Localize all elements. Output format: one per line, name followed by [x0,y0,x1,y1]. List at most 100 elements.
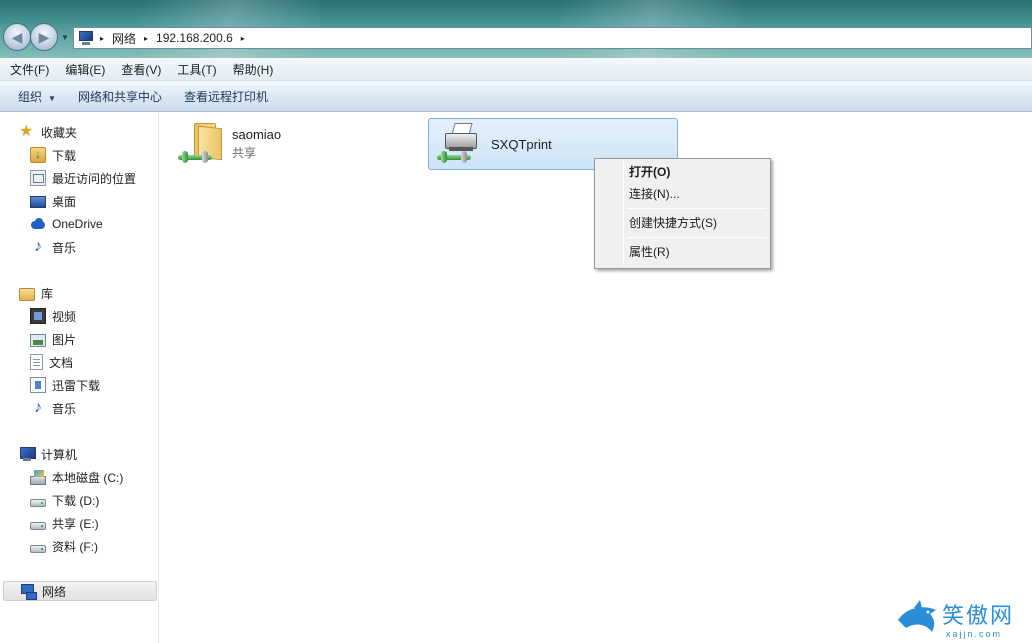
nav-network-label: 网络 [42,584,67,599]
nav-favorites[interactable]: ★ 收藏夹 [19,122,77,142]
nav-item-label: 最近访问的位置 [52,171,137,186]
organize-label: 组织 [18,89,43,104]
menu-edit[interactable]: 编辑(E) [59,59,111,80]
menu-file[interactable]: 文件(F) [4,59,55,80]
watermark-url: xajjn.com [946,629,1003,639]
music-note-icon: ♪ [34,399,42,416]
document-icon [30,354,43,370]
hard-drive-icon [30,521,46,530]
hard-drive-icon [30,544,46,553]
nav-item-label: 资料 (F:) [52,539,98,554]
nav-item-label: 本地磁盘 (C:) [52,470,124,485]
menu-separator [627,208,766,209]
nav-item-library-music[interactable]: ♪ 音乐 [30,398,76,418]
item-name: saomiao [232,127,282,142]
back-button[interactable]: ◀ [3,23,31,51]
nav-item-music[interactable]: ♪ 音乐 [30,237,76,257]
breadcrumb-separator-icon[interactable]: ▸ [241,34,245,43]
nav-item-documents[interactable]: 文档 [30,352,73,372]
nav-item-thunder-downloads[interactable]: 迅雷下载 [30,375,100,395]
shark-logo-icon [898,600,936,632]
item-text: SXQTprint [491,137,552,152]
navigation-buttons: ◀ ▶ ▼ [3,23,71,53]
network-icon [20,583,37,600]
nav-item-drive-f[interactable]: 资料 (F:) [30,536,98,556]
download-folder-icon [30,147,46,163]
context-menu: 打开(O) 连接(N)... 创建快捷方式(S) 属性(R) [594,158,771,269]
nav-item-drive-d[interactable]: 下载 (D:) [30,490,99,510]
menu-help[interactable]: 帮助(H) [227,59,280,80]
watermark: 笑傲网 xajjn.com [896,596,1032,643]
system-drive-icon [30,469,46,485]
nav-item-recent-places[interactable]: 最近访问的位置 [30,168,136,188]
network-sharing-center-button[interactable]: 网络和共享中心 [70,84,170,109]
breadcrumb-network[interactable]: 网络 [112,30,136,47]
nav-item-drive-e[interactable]: 共享 (E:) [30,513,99,533]
cloud-icon [30,216,46,232]
recent-places-icon [30,170,46,186]
nav-item-videos[interactable]: 视频 [30,306,76,326]
menu-view[interactable]: 查看(V) [115,59,167,80]
forward-button[interactable]: ▶ [30,23,58,51]
nav-item-label: 迅雷下载 [52,378,101,393]
nav-libraries-label: 库 [41,286,54,301]
nav-item-label: 图片 [52,332,77,347]
music-note-icon: ♪ [34,238,42,255]
item-name: SXQTprint [491,136,552,152]
network-printer-icon [435,121,485,167]
breadcrumb-host[interactable]: 192.168.200.6 [156,31,233,45]
nav-item-desktop[interactable]: 桌面 [30,191,76,211]
arrow-left-icon: ◀ [11,29,23,45]
item-subtitle: 共享 [232,146,257,160]
nav-item-label: OneDrive [52,217,103,231]
nav-item-drive-c[interactable]: 本地磁盘 (C:) [30,467,123,487]
library-icon [19,287,35,301]
nav-item-label: 文档 [49,355,74,370]
command-bar: 组织 ▼ 网络和共享中心 查看远程打印机 [0,81,1032,112]
breadcrumb-separator-icon[interactable]: ▸ [100,34,104,43]
nav-item-label: 音乐 [52,401,77,416]
recent-pages-dropdown[interactable]: ▼ [61,33,71,43]
nav-item-label: 共享 (E:) [52,516,99,531]
nav-item-label: 下载 [52,148,77,163]
nav-item-downloads[interactable]: 下载 [30,145,76,165]
menu-separator [627,237,766,238]
computer-icon [19,446,36,462]
hard-drive-icon [30,498,46,507]
thunder-download-icon [30,377,46,393]
video-icon [30,308,46,324]
nav-favorites-label: 收藏夹 [41,125,78,140]
context-menu-create-shortcut[interactable]: 创建快捷方式(S) [597,212,768,234]
nav-item-pictures[interactable]: 图片 [30,329,76,349]
picture-icon [30,333,46,347]
star-icon: ★ [19,123,34,140]
nav-item-label: 桌面 [52,194,77,209]
nav-network[interactable]: 网络 [3,581,157,601]
watermark-text: 笑傲网 [942,604,1015,629]
organize-button[interactable]: 组织 ▼ [10,84,64,109]
nav-item-onedrive[interactable]: OneDrive [30,214,103,234]
nav-computer-label: 计算机 [41,447,78,462]
nav-item-label: 音乐 [52,240,77,255]
chevron-down-icon: ▼ [61,33,69,42]
nav-item-label: 视频 [52,309,77,324]
computer-icon [78,31,94,45]
address-bar[interactable]: ▸ 网络 ▸ 192.168.200.6 ▸ [73,27,1032,49]
context-menu-connect[interactable]: 连接(N)... [597,183,768,205]
shared-folder-icon [176,121,226,167]
navigation-pane: ★ 收藏夹 下载 最近访问的位置 桌面 OneDrive ♪ 音乐 库 视频 图… [0,112,159,643]
arrow-right-icon: ▶ [38,29,50,45]
context-menu-properties[interactable]: 属性(R) [597,241,768,263]
nav-libraries[interactable]: 库 [19,283,53,303]
nav-computer[interactable]: 计算机 [19,444,77,464]
context-menu-open[interactable]: 打开(O) [597,161,768,183]
breadcrumb-separator-icon[interactable]: ▸ [144,34,148,43]
share-folder-item[interactable]: saomiao 共享 [160,118,400,170]
menu-bar: 文件(F) 编辑(E) 查看(V) 工具(T) 帮助(H) [0,58,1032,81]
item-text: saomiao 共享 [232,127,281,161]
menu-tools[interactable]: 工具(T) [171,59,222,80]
nav-item-label: 下载 (D:) [52,493,100,508]
view-remote-printers-button[interactable]: 查看远程打印机 [176,84,276,109]
window-titlebar: ◀ ▶ ▼ ▸ 网络 ▸ 192.168.200.6 ▸ [0,0,1032,58]
chevron-down-icon: ▼ [48,93,56,103]
